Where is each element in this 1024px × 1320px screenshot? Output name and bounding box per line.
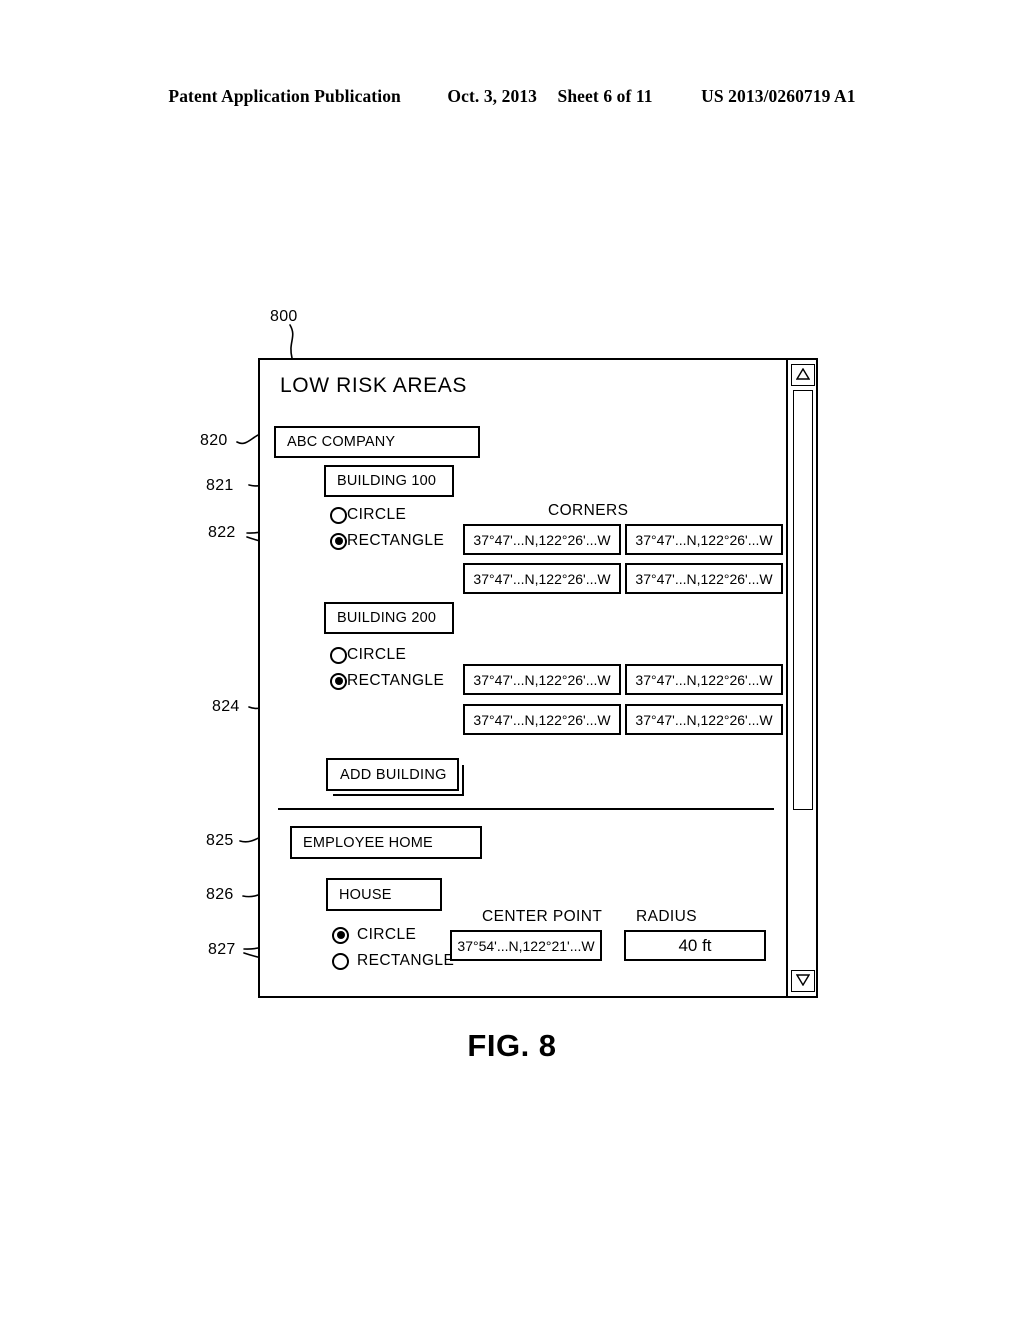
radio-selected-icon	[330, 532, 347, 550]
radio-selected-icon	[330, 672, 347, 690]
scroll-down-button[interactable]	[791, 970, 815, 992]
home-group-name-field[interactable]: EMPLOYEE HOME	[290, 826, 482, 859]
section-divider	[278, 808, 774, 810]
low-risk-areas-window: LOW RISK AREAS ABC COMPANY BUILDING 100 …	[258, 358, 818, 998]
scroll-up-button[interactable]	[791, 364, 815, 386]
refnum-825: 825	[206, 832, 234, 849]
refnum-826: 826	[206, 886, 234, 903]
add-building-button[interactable]: ADD BUILDING	[326, 758, 459, 791]
radius-field[interactable]: 40 ft	[624, 930, 766, 961]
corner-coordinate-field[interactable]: 37°47'...N,122°26'...W	[625, 704, 783, 735]
refnum-800: 800	[270, 308, 298, 325]
corner-coordinate-field[interactable]: 37°47'...N,122°26'...W	[463, 664, 621, 695]
shape-radio-circle-house[interactable]: CIRCLE	[332, 926, 416, 944]
refnum-820: 820	[200, 432, 228, 449]
shape-radio-circle-100[interactable]: CIRCLE	[330, 506, 406, 524]
corners-label: CORNERS	[548, 502, 629, 519]
shape-radio-rectangle-200[interactable]: RECTANGLE	[330, 672, 444, 690]
shape-radio-label: RECTANGLE	[347, 672, 445, 689]
scrollbar-thumb[interactable]	[793, 390, 813, 810]
corner-coordinate-field[interactable]: 37°47'...N,122°26'...W	[463, 704, 621, 735]
shape-radio-label: RECTANGLE	[347, 532, 445, 549]
corner-coordinate-field[interactable]: 37°47'...N,122°26'...W	[625, 563, 783, 594]
corner-coordinate-field[interactable]: 37°47'...N,122°26'...W	[463, 524, 621, 555]
shape-radio-label: RECTANGLE	[357, 952, 455, 969]
shape-radio-circle-200[interactable]: CIRCLE	[330, 646, 406, 664]
company-name-field[interactable]: ABC COMPANY	[274, 426, 480, 458]
refnum-824: 824	[212, 698, 240, 715]
leader-800	[289, 324, 294, 359]
building-name-field-100[interactable]: BUILDING 100	[324, 465, 454, 497]
triangle-down-icon	[792, 974, 814, 986]
radio-circle-icon	[330, 506, 347, 524]
refnum-821: 821	[206, 477, 234, 494]
center-point-label: CENTER POINT	[482, 908, 603, 925]
shape-radio-label: CIRCLE	[347, 506, 407, 523]
shape-radio-rectangle-100[interactable]: RECTANGLE	[330, 532, 444, 550]
vertical-scrollbar[interactable]	[786, 360, 816, 996]
corner-coordinate-field[interactable]: 37°47'...N,122°26'...W	[625, 664, 783, 695]
radio-circle-icon	[332, 952, 349, 970]
shape-radio-label: CIRCLE	[347, 646, 407, 663]
refnum-822: 822	[208, 524, 236, 541]
shape-radio-label: CIRCLE	[357, 926, 417, 943]
figure-drawing: 800 820 821 822 823 824 825 826 827 828 …	[0, 0, 1024, 1320]
radio-selected-icon	[332, 926, 349, 944]
radio-circle-icon	[330, 646, 347, 664]
figure-caption: FIG. 8	[467, 1028, 557, 1063]
refnum-827: 827	[208, 941, 236, 958]
building-name-field-200[interactable]: BUILDING 200	[324, 602, 454, 634]
page-title: LOW RISK AREAS	[280, 374, 467, 397]
corner-coordinate-field[interactable]: 37°47'...N,122°26'...W	[463, 563, 621, 594]
house-name-field[interactable]: HOUSE	[326, 878, 442, 911]
radius-label: RADIUS	[636, 908, 697, 925]
corner-coordinate-field[interactable]: 37°47'...N,122°26'...W	[625, 524, 783, 555]
shape-radio-rectangle-house[interactable]: RECTANGLE	[332, 952, 454, 970]
center-point-field[interactable]: 37°54'...N,122°21'...W	[450, 930, 602, 961]
triangle-up-icon	[792, 368, 814, 380]
